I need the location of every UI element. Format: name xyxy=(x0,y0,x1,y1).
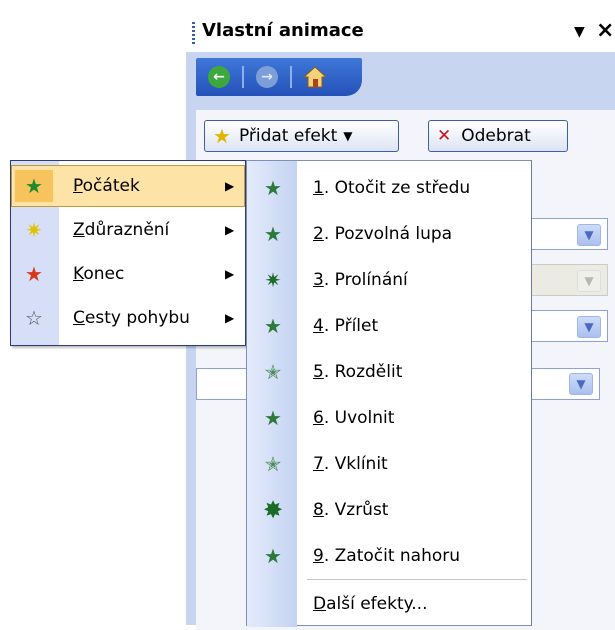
submenu-item-label: 7. Vklínit xyxy=(313,453,388,474)
forward-arrow-icon: → xyxy=(256,66,278,88)
task-pane-nav-toolbar: ← → xyxy=(196,58,362,96)
remove-label: Odebrat xyxy=(461,126,531,146)
entrance-star-icon: ★ xyxy=(15,170,53,202)
submenu-item[interactable]: ✷ 3. Prolínání xyxy=(247,257,531,302)
menu-item-label: Počátek xyxy=(73,176,140,196)
submenu-item-label: 5. Rozdělit xyxy=(313,361,403,382)
submenu-item[interactable]: ★ 9. Zatočit nahoru xyxy=(247,533,531,578)
chevron-down-icon[interactable]: ▼ xyxy=(577,224,601,246)
menu-item-label: Zdůraznění xyxy=(73,220,170,240)
grow-star-icon: ✸ xyxy=(262,495,284,524)
menu-item-label: Konec xyxy=(73,264,125,284)
more-effects-label: Další efekty... xyxy=(313,593,428,614)
menu-item-label: Cesty pohybu xyxy=(73,308,190,328)
home-button[interactable] xyxy=(298,62,332,92)
add-effect-star-icon: ★ xyxy=(213,124,231,148)
zoom-star-icon: ★ xyxy=(264,221,282,246)
motion-path-star-icon: ☆ xyxy=(25,306,43,330)
submenu-arrow-icon: ▶ xyxy=(225,179,235,193)
submenu-item-label: 3. Prolínání xyxy=(313,269,408,290)
submenu-item[interactable]: ★ 1. Otočit ze středu xyxy=(247,165,531,210)
submenu-item-label: 2. Pozvolná lupa xyxy=(313,223,453,244)
submenu-arrow-icon: ▶ xyxy=(225,267,235,281)
chevron-down-icon: ▼ xyxy=(577,270,601,292)
forward-button[interactable]: → xyxy=(250,62,284,92)
chevron-down-icon[interactable]: ▼ xyxy=(577,316,601,338)
menu-item-entrance[interactable]: ★ Počátek ▶ xyxy=(11,165,245,207)
entrance-effects-submenu: ★ 1. Otočit ze středu ★ 2. Pozvolná lupa… xyxy=(246,160,532,627)
exit-star-icon: ★ xyxy=(25,262,43,286)
ease-in-star-icon: ★ xyxy=(264,405,282,430)
add-effect-button[interactable]: ★ Přidat efekt ▼ xyxy=(204,120,399,152)
split-star-icon: ✭ xyxy=(264,359,282,384)
submenu-item[interactable]: ★ 2. Pozvolná lupa xyxy=(247,211,531,256)
submenu-item[interactable]: ✭ 7. Vklínit xyxy=(247,441,531,486)
drag-grip-icon[interactable] xyxy=(192,22,195,44)
fly-in-star-icon: ★ xyxy=(264,313,282,338)
menu-separator xyxy=(307,579,527,580)
close-icon[interactable]: × xyxy=(596,18,614,43)
emphasis-star-icon: ✷ xyxy=(25,218,43,242)
submenu-arrow-icon: ▶ xyxy=(225,223,235,237)
menu-item-motion-paths[interactable]: ☆ Cesty pohybu ▶ xyxy=(11,297,245,339)
home-icon xyxy=(303,66,327,88)
chevron-down-icon[interactable]: ▼ xyxy=(569,373,593,395)
task-pane-title: Vlastní animace xyxy=(202,20,364,41)
task-pane-menu-button[interactable]: ▼ xyxy=(574,24,585,40)
remove-icon: ✕ xyxy=(437,126,452,146)
submenu-item[interactable]: ✸ 8. Vzrůst xyxy=(247,487,531,532)
more-effects-item[interactable]: Další efekty... xyxy=(247,581,531,626)
back-arrow-icon: ← xyxy=(208,66,230,88)
submenu-item[interactable]: ★ 6. Uvolnit xyxy=(247,395,531,440)
submenu-item[interactable]: ★ 4. Přílet xyxy=(247,303,531,348)
menu-item-exit[interactable]: ★ Konec ▶ xyxy=(11,253,245,295)
nav-separator xyxy=(242,66,244,88)
submenu-item-label: 8. Vzrůst xyxy=(313,499,389,520)
chevron-down-icon: ▼ xyxy=(343,129,353,143)
submenu-item-label: 4. Přílet xyxy=(313,315,379,336)
nav-separator xyxy=(290,66,292,88)
submenu-item-label: 9. Zatočit nahoru xyxy=(313,545,461,566)
remove-effect-button[interactable]: ✕ Odebrat xyxy=(428,120,568,152)
add-effect-menu: ★ Počátek ▶ ✷ Zdůraznění ▶ ★ Konec ▶ ☆ C… xyxy=(10,160,246,346)
spin-star-icon: ★ xyxy=(264,175,282,200)
fade-star-icon: ✷ xyxy=(264,267,282,292)
submenu-arrow-icon: ▶ xyxy=(225,311,235,325)
submenu-item-label: 1. Otočit ze středu xyxy=(313,177,471,198)
submenu-item[interactable]: ✭ 5. Rozdělit xyxy=(247,349,531,394)
wedge-star-icon: ✭ xyxy=(264,451,282,476)
rise-up-star-icon: ★ xyxy=(264,543,282,568)
add-effect-label: Přidat efekt xyxy=(238,126,338,146)
task-pane-titlebar: Vlastní animace ▼ × xyxy=(186,16,615,50)
menu-item-emphasis[interactable]: ✷ Zdůraznění ▶ xyxy=(11,209,245,251)
back-button[interactable]: ← xyxy=(202,62,236,92)
submenu-item-label: 6. Uvolnit xyxy=(313,407,395,428)
